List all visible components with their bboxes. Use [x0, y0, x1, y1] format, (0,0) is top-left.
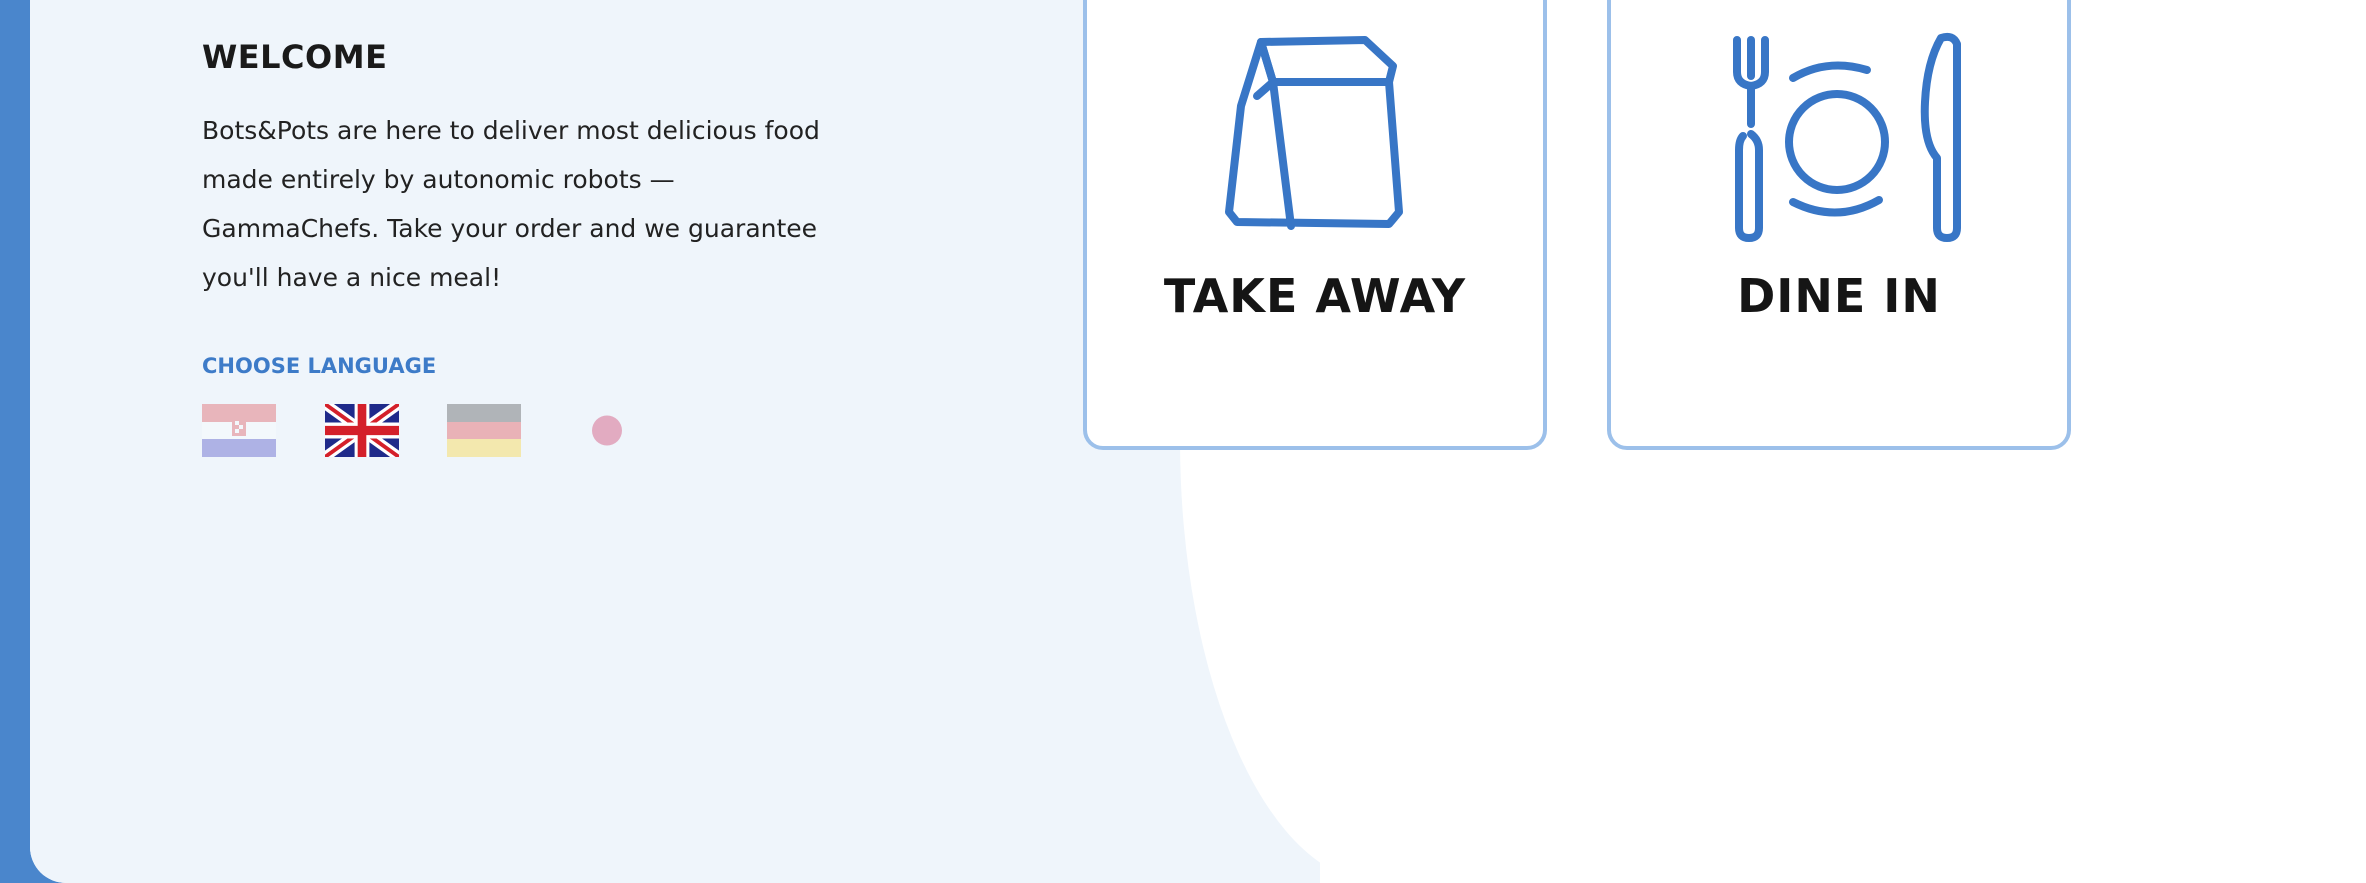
welcome-description: Bots&Pots are here to deliver most delic… [202, 116, 820, 292]
take-away-label: TAKE AWAY [1163, 269, 1467, 323]
paper-bag-icon [1225, 36, 1403, 230]
uk-flag-icon[interactable] [325, 404, 399, 457]
app-screen: WELCOME Bots&Pots are here to deliver mo… [30, 0, 2366, 883]
croatia-flag-icon[interactable] [202, 404, 276, 457]
germany-flag-icon[interactable] [447, 404, 521, 457]
japan-flag-icon[interactable] [570, 404, 644, 457]
take-away-card[interactable]: TAKE AWAY [1083, 0, 1547, 450]
choose-language-label: CHOOSE LANGUAGE [202, 354, 437, 378]
dine-in-label: DINE IN [1737, 269, 1941, 323]
plate-cutlery-icon [1733, 32, 1961, 242]
dine-in-card[interactable]: DINE IN [1607, 0, 2071, 450]
welcome-title: WELCOME [202, 38, 388, 76]
